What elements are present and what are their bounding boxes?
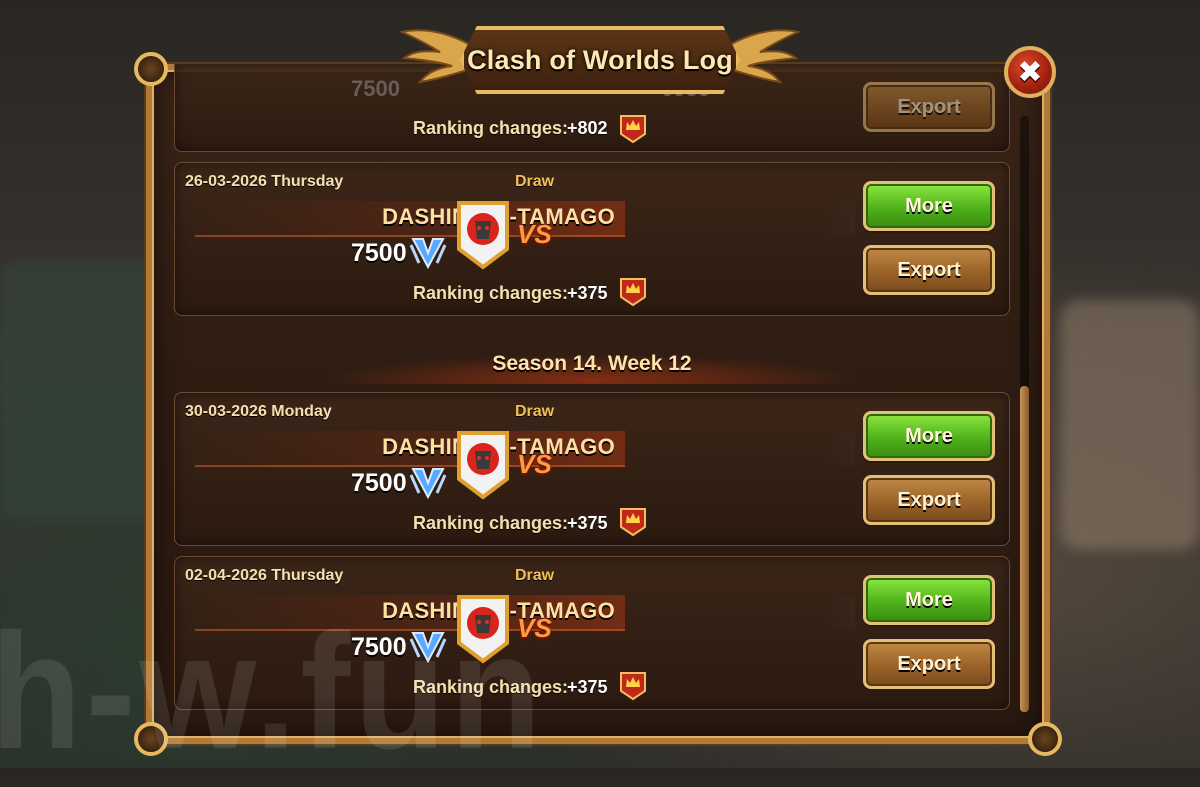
- more-button[interactable]: More: [863, 181, 995, 231]
- scrollbar-track[interactable]: [1020, 116, 1029, 712]
- export-button[interactable]: Export: [863, 475, 995, 525]
- background-scenery: [1060, 300, 1200, 550]
- export-button[interactable]: Export: [863, 639, 995, 689]
- season-header: Season 14. Week 12: [300, 352, 884, 384]
- wing-rank-icon: [409, 238, 447, 269]
- export-button[interactable]: Export: [863, 245, 995, 295]
- dialog-title: Clash of Worlds Log: [467, 44, 733, 75]
- vs-label: VS: [517, 219, 552, 249]
- ranking-changes-value: +802: [567, 118, 608, 138]
- ranking-changes-value: +375: [567, 677, 608, 697]
- crown-icon: [620, 278, 646, 307]
- entry-result: Draw: [515, 567, 555, 584]
- wing-rank-icon: [409, 632, 447, 663]
- ranking-changes-value: +375: [567, 283, 608, 303]
- guild-emblem-icon: [457, 201, 509, 270]
- opponent-name-bar: [825, 431, 855, 465]
- score-left-faded: 7500: [351, 76, 400, 101]
- wing-rank-icon: [409, 468, 447, 499]
- scrollbar-thumb[interactable]: [1020, 386, 1029, 712]
- entry-date: 02-04-2026 Thursday: [185, 567, 344, 584]
- crown-icon: [620, 115, 646, 144]
- entry-date: 26-03-2026 Thursday: [185, 173, 344, 190]
- ranking-changes-label: Ranking changes:: [413, 283, 569, 303]
- ranking-changes-label: Ranking changes:: [413, 677, 569, 697]
- crown-icon: [620, 672, 646, 701]
- guild-emblem-icon: [457, 595, 509, 664]
- vs-label: VS: [517, 613, 552, 643]
- log-entry: 26-03-2026 Thursday Draw DASHIMAKI-TAMAG…: [174, 162, 1010, 316]
- ranking-changes-label: Ranking changes:: [413, 513, 569, 533]
- guild-emblem-icon: [457, 431, 509, 500]
- more-button[interactable]: More: [863, 575, 995, 625]
- player-name-bar: DASHIMAKI-TAMAGO: [195, 595, 625, 631]
- title-banner: Clash of Worlds Log: [400, 18, 800, 108]
- frame-corner-ornament: [134, 52, 168, 86]
- log-entry: 30-03-2026 Monday Draw DASHIMAKI-TAMAGO …: [174, 392, 1010, 546]
- player-name-bar: DASHIMAKI-TAMAGO: [195, 201, 625, 237]
- entry-result: Draw: [515, 173, 555, 190]
- player-score: 7500: [351, 469, 407, 497]
- opponent-name-bar: [825, 595, 855, 629]
- ranking-changes-label: Ranking changes:: [413, 118, 569, 138]
- close-button[interactable]: ✖: [1004, 46, 1056, 98]
- frame-corner-ornament: [134, 722, 168, 756]
- player-score: 7500: [351, 633, 407, 661]
- crown-icon: [620, 508, 646, 537]
- vs-label: VS: [517, 449, 552, 479]
- entry-date: 30-03-2026 Monday: [185, 403, 332, 420]
- frame-corner-ornament: [1028, 722, 1062, 756]
- export-button[interactable]: Export: [863, 82, 995, 132]
- ranking-changes-value: +375: [567, 513, 608, 533]
- close-icon: ✖: [1017, 55, 1043, 89]
- entry-result: Draw: [515, 403, 555, 420]
- player-score: 7500: [351, 239, 407, 267]
- log-entry: 02-04-2026 Thursday Draw DASHIMAKI-TAMAG…: [174, 556, 1010, 710]
- opponent-name-bar: [825, 201, 855, 235]
- player-name-bar: DASHIMAKI-TAMAGO: [195, 431, 625, 467]
- more-button[interactable]: More: [863, 411, 995, 461]
- title-plate: Clash of Worlds Log: [460, 26, 740, 94]
